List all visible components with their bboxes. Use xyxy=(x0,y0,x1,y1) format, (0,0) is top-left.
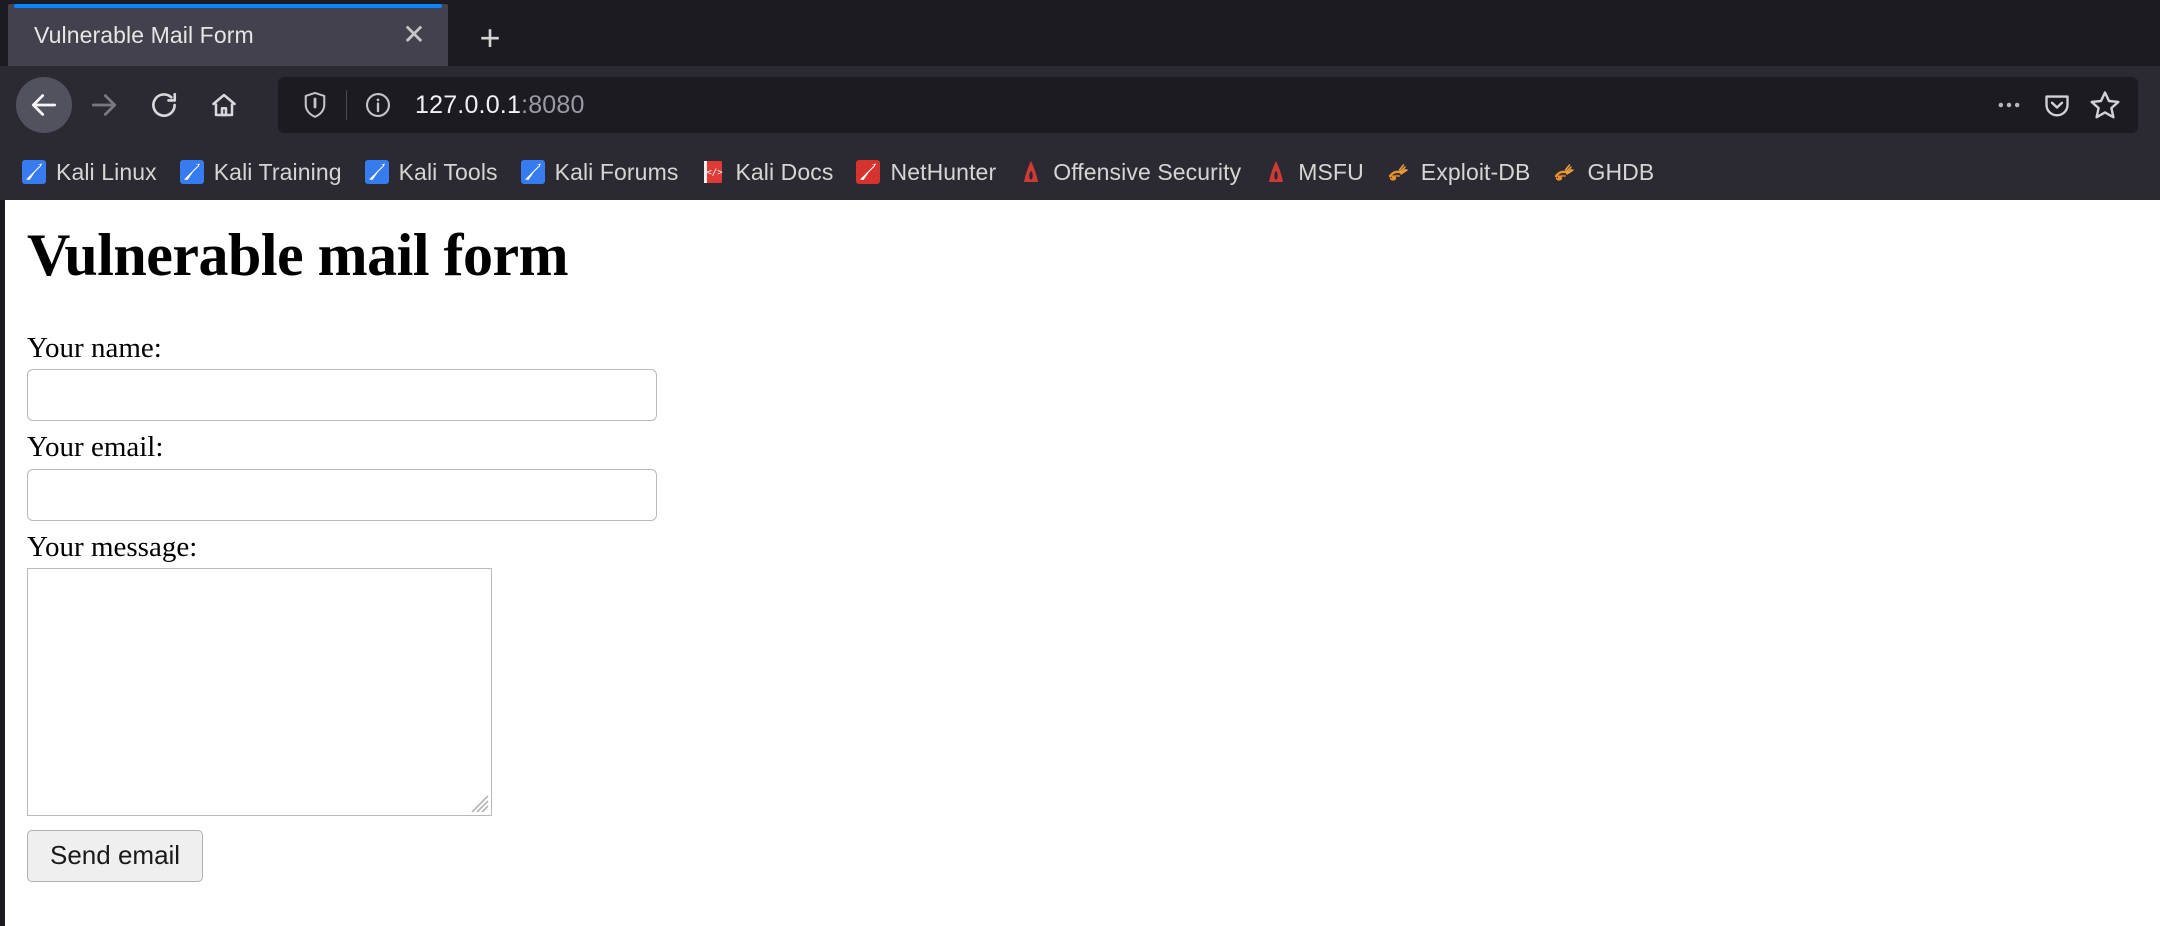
bookmark-kali-forums[interactable]: Kali Forums xyxy=(509,153,690,192)
arrow-right-icon xyxy=(88,89,120,121)
url-port: :8080 xyxy=(521,90,585,119)
reload-button[interactable] xyxy=(136,77,192,133)
bookmark-kali-tools[interactable]: Kali Tools xyxy=(353,153,509,192)
bookmark-kali-training[interactable]: Kali Training xyxy=(168,153,353,192)
offsec-icon xyxy=(1269,161,1284,182)
offsec-icon xyxy=(1024,161,1039,182)
name-input[interactable] xyxy=(27,369,657,422)
kali-docs-book-icon: </> xyxy=(704,161,724,183)
url-bar[interactable]: 127.0.0.1:8080 xyxy=(278,77,2138,133)
name-field-label: Your name: xyxy=(27,332,162,364)
mail-form-page: Vulnerable mail form Your name: Your ema… xyxy=(5,200,2160,882)
email-field-label: Your email: xyxy=(27,431,164,464)
kali-dragon-icon xyxy=(364,160,389,184)
bookmark-kali-docs[interactable]: </> Kali Docs xyxy=(689,153,844,192)
kali-dragon-icon xyxy=(179,160,204,184)
bookmark-label: NetHunter xyxy=(890,158,997,185)
exploitdb-icon xyxy=(1388,164,1408,181)
bookmark-offensive-security[interactable]: Offensive Security xyxy=(1007,153,1252,192)
bookmark-msfu[interactable]: MSFU xyxy=(1252,153,1375,192)
url-divider xyxy=(346,90,347,120)
send-email-button[interactable]: Send email xyxy=(27,830,204,882)
bookmark-label: Offensive Security xyxy=(1053,158,1242,185)
message-textarea[interactable] xyxy=(27,568,492,817)
shield-icon[interactable] xyxy=(292,82,338,128)
url-input[interactable]: 127.0.0.1:8080 xyxy=(403,91,1984,120)
tab-strip: Vulnerable Mail Form ✕ + xyxy=(0,0,2160,66)
arrow-left-icon xyxy=(28,89,60,121)
bookmark-label: GHDB xyxy=(1587,158,1655,185)
page-actions-icon[interactable] xyxy=(1986,82,2032,128)
bookmark-label: MSFU xyxy=(1298,158,1364,185)
navigation-toolbar: 127.0.0.1:8080 xyxy=(0,66,2160,144)
bookmark-exploit-db[interactable]: Exploit-DB xyxy=(1375,153,1542,192)
home-icon xyxy=(209,90,239,120)
svg-text:</>: </> xyxy=(707,168,724,178)
tab-title: Vulnerable Mail Form xyxy=(34,21,254,48)
kali-dragon-icon xyxy=(22,160,46,184)
browser-window: Vulnerable Mail Form ✕ + 127.0.0.1:8080 … xyxy=(0,0,2160,926)
nethunter-icon xyxy=(856,160,881,184)
bookmark-ghdb[interactable]: GHDB xyxy=(1541,153,1665,192)
pocket-icon[interactable] xyxy=(2034,82,2080,128)
bookmark-label: Kali Linux xyxy=(56,158,157,185)
kali-dragon-icon xyxy=(520,160,545,184)
bookmark-kali-linux[interactable]: Kali Linux xyxy=(10,153,168,192)
close-icon[interactable]: ✕ xyxy=(394,15,434,55)
message-field-label: Your message: xyxy=(27,530,198,563)
bookmark-nethunter[interactable]: NetHunter xyxy=(844,153,1007,192)
info-icon[interactable] xyxy=(355,82,401,128)
url-bar-actions xyxy=(1986,82,2128,128)
bookmark-label: Kali Training xyxy=(213,158,342,185)
email-input[interactable] xyxy=(27,468,657,521)
tab-vulnerable-mail-form[interactable]: Vulnerable Mail Form ✕ xyxy=(8,4,448,66)
bookmark-label: Kali Forums xyxy=(554,158,679,185)
exploitdb-icon xyxy=(1555,164,1575,181)
home-button[interactable] xyxy=(196,77,252,133)
message-input-wrapper xyxy=(27,568,492,817)
reload-icon xyxy=(149,90,179,120)
bookmark-label: Exploit-DB xyxy=(1420,158,1531,185)
star-icon[interactable] xyxy=(2082,82,2128,128)
back-button[interactable] xyxy=(16,77,72,133)
bookmarks-bar: Kali Linux Kali Training Kali Tools Kali… xyxy=(0,144,2160,200)
bookmark-label: Kali Docs xyxy=(735,158,834,185)
url-host: 127.0.0.1 xyxy=(415,90,522,119)
page-viewport: Vulnerable mail form Your name: Your ema… xyxy=(0,200,2160,926)
new-tab-icon[interactable]: + xyxy=(462,10,518,66)
forward-button[interactable] xyxy=(76,77,132,133)
page-title: Vulnerable mail form xyxy=(27,222,569,288)
bookmark-label: Kali Tools xyxy=(398,158,498,185)
